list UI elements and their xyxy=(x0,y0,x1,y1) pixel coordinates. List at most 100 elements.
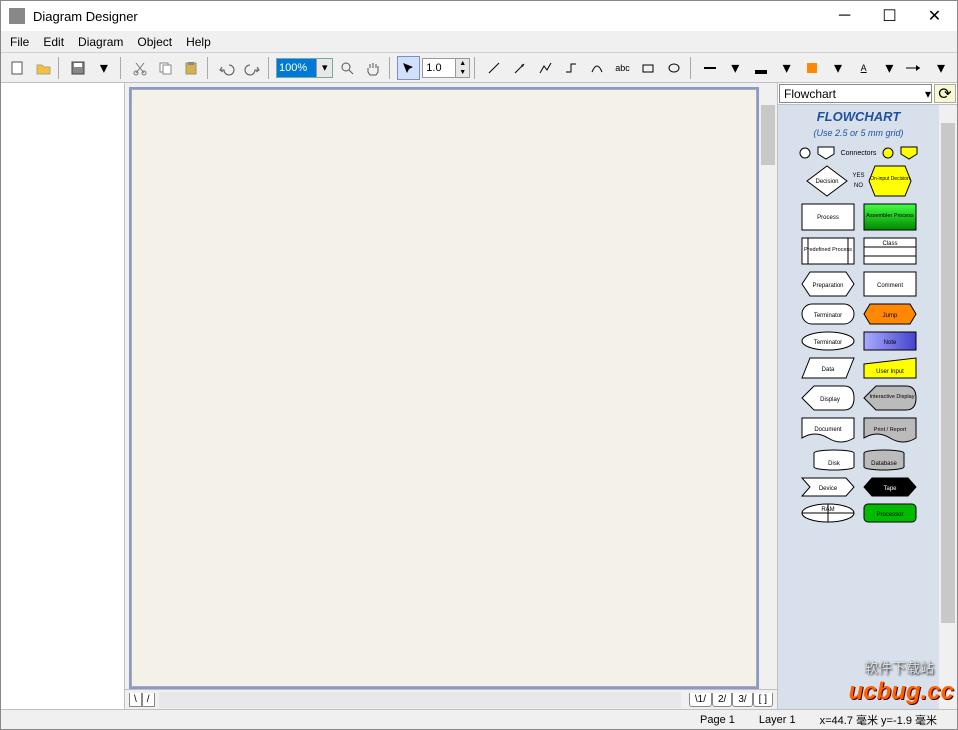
save-button[interactable] xyxy=(66,56,90,80)
canvas-horizontal-scrollbar[interactable] xyxy=(159,692,681,708)
shape-document[interactable]: Document xyxy=(800,416,856,444)
fill-color-button[interactable] xyxy=(800,56,824,80)
shape-assembler-process[interactable]: Assembler Process xyxy=(862,202,918,232)
svg-text:Tape: Tape xyxy=(883,486,897,492)
zoom-tool[interactable] xyxy=(335,56,359,80)
connector-pentagon-yellow[interactable] xyxy=(900,146,918,160)
shape-oninput-decision[interactable]: On-input Decision xyxy=(867,164,913,198)
svg-text:Process: Process xyxy=(817,215,839,221)
text-color-drop[interactable]: ▾ xyxy=(877,56,901,80)
shape-disk[interactable]: Disk xyxy=(812,448,856,472)
connector-tool[interactable] xyxy=(559,56,583,80)
menu-edit[interactable]: Edit xyxy=(36,32,71,52)
pan-tool[interactable] xyxy=(361,56,385,80)
page-tab-2[interactable]: 2/ xyxy=(712,693,732,707)
stencil-scrollbar[interactable] xyxy=(939,105,957,709)
shape-tape[interactable]: Tape xyxy=(862,476,918,498)
shape-processor[interactable]: Processor xyxy=(862,502,918,524)
text-tool[interactable]: abc xyxy=(611,56,635,80)
svg-text:Interactive Display: Interactive Display xyxy=(869,394,914,400)
undo-button[interactable] xyxy=(215,56,239,80)
stencil-dropdown[interactable]: Flowchart▾ xyxy=(779,84,932,103)
shape-predefined-process[interactable]: Predefined Process xyxy=(800,236,856,266)
toolbar: ▾ 100%▾ ▲▼ abc ▾ ▾ ▾ A ▾ ▾ xyxy=(1,53,957,83)
connector-circle-yellow[interactable] xyxy=(882,147,894,159)
shape-database[interactable]: Database xyxy=(862,448,906,472)
text-color-button[interactable]: A xyxy=(852,56,876,80)
connector-circle-white[interactable] xyxy=(799,147,811,159)
app-icon xyxy=(9,8,25,24)
shape-display[interactable]: Display xyxy=(800,384,856,412)
svg-text:Comment: Comment xyxy=(876,283,902,289)
stencil-title: FLOWCHART xyxy=(817,109,901,124)
shape-decision[interactable]: Decision xyxy=(804,164,850,198)
line-style-drop[interactable]: ▾ xyxy=(723,56,747,80)
svg-text:Decision: Decision xyxy=(816,179,839,185)
drawing-canvas[interactable] xyxy=(129,87,759,689)
save-dropdown[interactable]: ▾ xyxy=(92,56,116,80)
page-tab-1[interactable]: \1/ xyxy=(689,693,712,707)
close-button[interactable]: ✕ xyxy=(912,1,957,31)
shape-terminator-rect[interactable]: Terminator xyxy=(800,302,856,326)
connector-pentagon-white[interactable] xyxy=(817,146,835,160)
paste-button[interactable] xyxy=(179,56,203,80)
redo-button[interactable] xyxy=(240,56,264,80)
arrow-style-button[interactable] xyxy=(903,56,927,80)
shape-interactive-display[interactable]: Interactive Display xyxy=(862,384,918,412)
shape-terminator-oval[interactable]: Terminator xyxy=(800,330,856,352)
shape-device[interactable]: Device xyxy=(800,476,856,498)
shape-user-input[interactable]: User Input xyxy=(862,356,918,380)
rect-tool[interactable] xyxy=(636,56,660,80)
stencil-refresh-button[interactable]: ⟳ xyxy=(934,84,956,103)
line-width-spinner[interactable]: ▲▼ xyxy=(422,58,470,78)
shape-process[interactable]: Process xyxy=(800,202,856,232)
connectors-label: Connectors xyxy=(841,150,877,157)
menu-diagram[interactable]: Diagram xyxy=(71,32,130,52)
tab-nav-prev[interactable]: / xyxy=(142,693,155,707)
menu-help[interactable]: Help xyxy=(179,32,218,52)
svg-text:Predefined Process: Predefined Process xyxy=(804,247,852,253)
shape-print-report[interactable]: Print / Report xyxy=(862,416,918,444)
shape-data[interactable]: Data xyxy=(800,356,856,380)
svg-text:Preparation: Preparation xyxy=(812,283,843,289)
svg-text:Assembler Process: Assembler Process xyxy=(866,213,914,219)
copy-button[interactable] xyxy=(153,56,177,80)
stencil-subtitle: (Use 2.5 or 5 mm grid) xyxy=(813,128,903,138)
fill-color-drop[interactable]: ▾ xyxy=(826,56,850,80)
tab-nav-first[interactable]: \ xyxy=(129,693,142,707)
minimize-button[interactable]: ─ xyxy=(822,1,867,31)
stencil-pane: FLOWCHART (Use 2.5 or 5 mm grid) Connect… xyxy=(778,105,957,709)
svg-text:Display: Display xyxy=(820,397,840,403)
new-button[interactable] xyxy=(5,56,29,80)
ellipse-tool[interactable] xyxy=(662,56,686,80)
pointer-tool[interactable] xyxy=(397,56,421,80)
zoom-select[interactable]: 100%▾ xyxy=(276,58,333,78)
page-tab-add[interactable]: [ ] xyxy=(753,693,773,707)
curve-tool[interactable] xyxy=(585,56,609,80)
shape-ram[interactable]: RAM xyxy=(800,502,856,524)
canvas-vertical-scrollbar[interactable] xyxy=(759,87,777,689)
arrow-style-drop[interactable]: ▾ xyxy=(929,56,953,80)
line-tool[interactable] xyxy=(482,56,506,80)
svg-text:Note: Note xyxy=(883,340,896,346)
page-tab-3[interactable]: 3/ xyxy=(732,693,752,707)
cut-button[interactable] xyxy=(128,56,152,80)
shape-comment[interactable]: Comment xyxy=(862,270,918,298)
line-color-drop[interactable]: ▾ xyxy=(775,56,799,80)
line-style-button[interactable] xyxy=(698,56,722,80)
menu-object[interactable]: Object xyxy=(130,32,179,52)
polyline-tool[interactable] xyxy=(534,56,558,80)
line-color-button[interactable] xyxy=(749,56,773,80)
menu-file[interactable]: File xyxy=(3,32,36,52)
svg-text:RAM: RAM xyxy=(821,507,834,513)
svg-text:On-input Decision: On-input Decision xyxy=(870,176,910,182)
shape-preparation[interactable]: Preparation xyxy=(800,270,856,298)
line-width-input[interactable] xyxy=(423,62,455,74)
arrow-tool[interactable] xyxy=(508,56,532,80)
open-button[interactable] xyxy=(31,56,55,80)
maximize-button[interactable]: ☐ xyxy=(867,1,912,31)
shape-jump[interactable]: Jump xyxy=(862,302,918,326)
shape-class[interactable]: Class xyxy=(862,236,918,266)
svg-text:Print / Report: Print / Report xyxy=(873,427,906,433)
shape-note[interactable]: Note xyxy=(862,330,918,352)
